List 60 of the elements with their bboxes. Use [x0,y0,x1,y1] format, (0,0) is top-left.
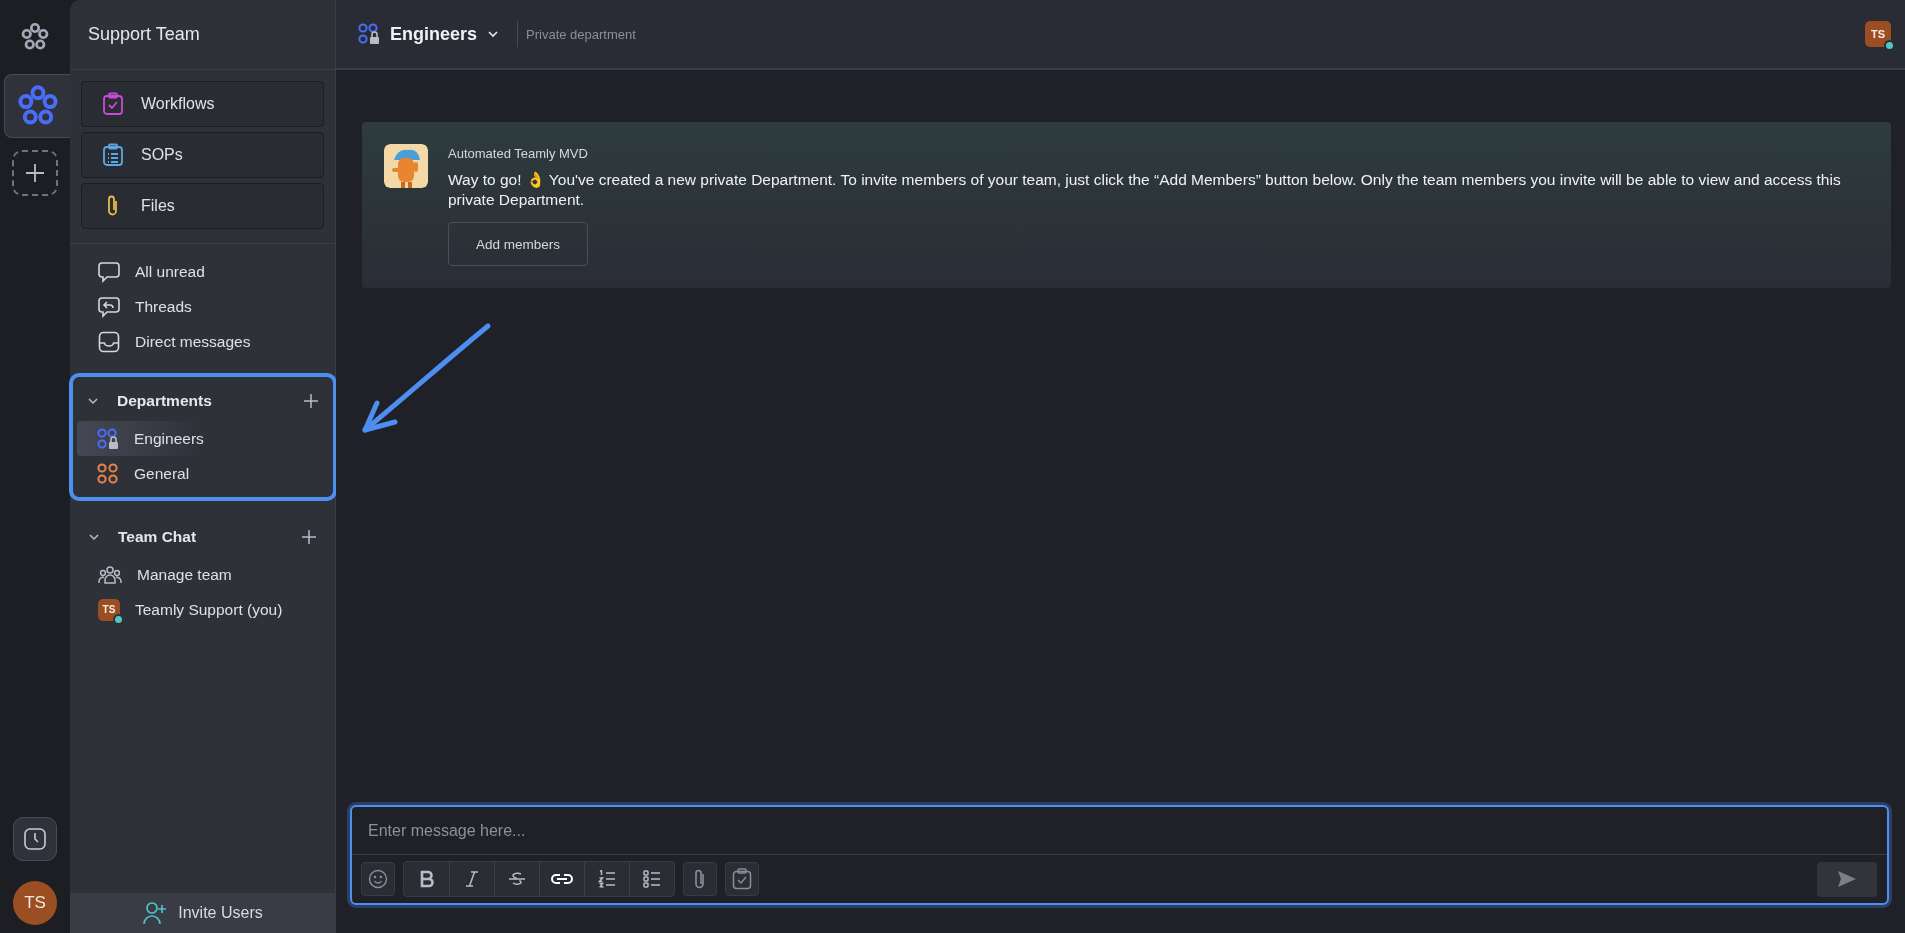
nav-item[interactable]: Threads [70,289,335,324]
invite-users-button[interactable]: Invite Users [70,893,335,933]
add-user-icon [142,901,169,925]
avatar[interactable]: TS [1865,21,1891,47]
user-avatar[interactable]: TS [13,881,57,925]
section-toggle[interactable]: Team Chat [74,528,197,546]
emoji-button[interactable] [361,862,395,896]
clock-icon [23,827,47,851]
plus-icon [24,162,46,184]
send-icon [1838,871,1856,887]
chevron-icon [487,28,500,40]
chevron-icon [87,395,99,407]
add-members-button[interactable]: Add members [448,222,589,266]
add-workspace-button[interactable] [12,150,58,196]
history-button[interactable] [13,817,57,861]
grid-lock-icon [358,23,380,45]
strikethrough-icon [508,870,526,888]
numbered-list-icon [598,870,616,888]
sender-name: Automated Teamly MVD [448,146,588,161]
tool-button[interactable]: SOPs [81,132,324,178]
workspace-button[interactable] [4,74,70,138]
task-button[interactable] [725,862,759,896]
grid-icon [97,462,119,485]
add-button[interactable] [301,529,317,545]
message-input[interactable]: Enter message here... [352,807,1887,855]
bold-icon [418,870,435,888]
channel-item[interactable]: Manage team [78,557,232,592]
grid-lock-icon [97,427,119,450]
team-name: Support Team [70,0,335,70]
smiley-icon [368,869,388,889]
link-icon [551,872,573,886]
nav-item[interactable]: All unread [70,254,335,289]
logo-icon [20,22,50,52]
section-toggle[interactable]: Departments [73,392,212,410]
nav-item[interactable]: Direct messages [70,324,335,359]
reply-bubble-icon [98,295,120,318]
clipboard-list-icon [102,143,124,167]
tool-button[interactable]: Files [81,183,324,229]
message-composer[interactable]: Enter message here... [350,805,1889,905]
clipboard-check-icon [102,92,124,116]
people-icon [98,564,122,585]
channel-item[interactable]: Engineers [77,421,204,456]
inbox-icon [98,330,120,353]
avatar: TS [98,598,120,621]
clipboard-check-icon [732,868,752,890]
plus-icon [303,393,319,409]
channel-item[interactable]: TS Teamly Support (you) [78,592,283,627]
send-button[interactable] [1817,861,1877,897]
speech-bubble-icon [98,260,120,283]
message-text: Way to go! 👌 You've created a new private Department. To invite members of your team, just click the “Add Members” button below. Only the team members you invite will be able to view and access this private Department. [448,170,1842,210]
channel-subtitle: Private department [526,26,636,42]
attach-button[interactable] [683,862,717,896]
channel-item[interactable]: General [77,456,190,491]
chevron-icon [88,531,100,543]
plus-icon [301,529,317,545]
tool-button[interactable]: Workflows [81,81,324,127]
checklist-icon [643,870,661,888]
channel-title-button[interactable]: Engineers [358,23,500,45]
add-button[interactable] [303,393,319,409]
italic-icon [464,870,480,888]
